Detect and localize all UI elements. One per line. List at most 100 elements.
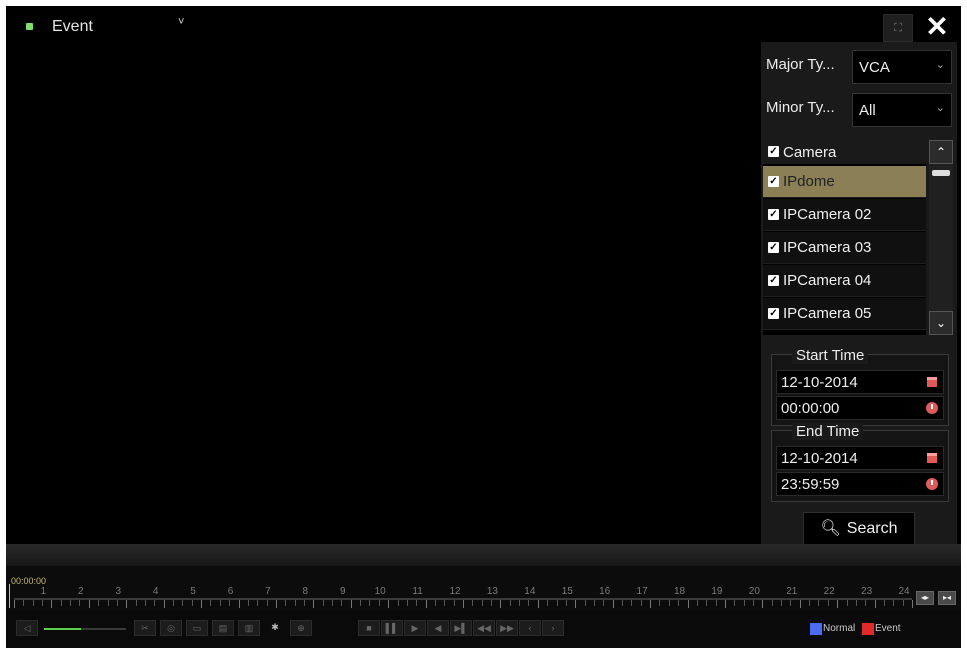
- timeline-tick: [724, 600, 726, 608]
- timeline-tick: [266, 600, 268, 606]
- start-date-field[interactable]: 12-10-2014: [776, 370, 944, 394]
- timeline-tick: [752, 600, 754, 606]
- start-time-group: Start Time 12-10-2014 00:00:00: [771, 347, 949, 426]
- end-time-field[interactable]: 23:59:59: [776, 472, 944, 496]
- timeline-tick: [715, 600, 717, 606]
- checkbox-checked-icon[interactable]: ✓: [768, 308, 779, 319]
- timeline-tick: [500, 600, 502, 608]
- chevron-up-icon[interactable]: ⌃: [929, 140, 953, 164]
- clip-icon[interactable]: ✂: [134, 620, 156, 636]
- lock-icon[interactable]: ▭: [186, 620, 208, 636]
- camera-item-ipcamera-02[interactable]: ✓ IPCamera 02: [763, 199, 926, 231]
- timeline-tick: [88, 600, 90, 608]
- major-type-label: Major Ty...: [766, 56, 835, 73]
- timeline-tick: [425, 600, 427, 608]
- previous-day-button[interactable]: ‹: [519, 620, 541, 636]
- timeline-tick: [350, 600, 352, 608]
- single-frame-button[interactable]: ▶▌: [450, 620, 472, 636]
- timeline-current-time: 00:00:00: [11, 576, 47, 586]
- pause-button[interactable]: ▌▌: [381, 620, 403, 636]
- end-time-value: 23:59:59: [781, 476, 840, 493]
- camera-item-ipdome[interactable]: ✓ IPdome: [763, 166, 926, 198]
- timeline-tick: [883, 600, 885, 606]
- end-date-field[interactable]: 12-10-2014: [776, 446, 944, 470]
- timeline-tick: [70, 600, 72, 606]
- legend-normal-label: Normal: [823, 623, 856, 634]
- timeline-tick: [434, 600, 436, 606]
- camera-list-scrollbar[interactable]: ⌃ ⌄: [929, 140, 953, 335]
- camera-item-label: IPCamera 02: [783, 206, 872, 223]
- timeline-tick: [678, 600, 680, 606]
- timeline-tick: [855, 600, 857, 606]
- timeline-tick: [107, 600, 109, 606]
- checkbox-checked-icon[interactable]: ✓: [768, 275, 779, 286]
- timeline-tick: [116, 600, 118, 606]
- search-button[interactable]: 🔍︎ Search: [803, 512, 915, 546]
- scrollbar-thumb[interactable]: [932, 170, 950, 176]
- timeline-tick: [444, 600, 446, 606]
- timeline-zoom-out-button[interactable]: ▸◂: [938, 591, 956, 605]
- major-type-value: VCA: [859, 59, 890, 76]
- checkbox-checked-icon[interactable]: ✓: [768, 176, 779, 187]
- timeline-tick: [98, 600, 100, 606]
- timeline-hour-label: 17: [636, 586, 648, 597]
- legend-event-swatch: [862, 623, 874, 635]
- timeline-tick: [734, 600, 736, 606]
- timeline-tick: [537, 600, 539, 608]
- fullscreen-button[interactable]: ⛶: [883, 14, 913, 42]
- snapshot-icon[interactable]: ◎: [160, 620, 182, 636]
- timeline-hour-label: 2: [78, 586, 84, 597]
- timeline-tick: [42, 600, 44, 606]
- close-button[interactable]: ✕: [921, 11, 953, 43]
- timeline-hour-label: 8: [302, 586, 309, 597]
- end-date-value: 12-10-2014: [781, 450, 858, 467]
- speaker-icon[interactable]: ◁: [16, 620, 38, 636]
- gear-icon[interactable]: ✱: [264, 620, 286, 636]
- timeline-zoom-in-button[interactable]: ◂▸: [916, 591, 934, 605]
- timeline-hour-label: 6: [227, 586, 234, 597]
- timeline-tick: [762, 600, 764, 608]
- timeline-cursor[interactable]: [9, 584, 10, 608]
- clock-icon[interactable]: [926, 402, 938, 414]
- timeline-tick: [388, 600, 390, 608]
- camera-item-ipcamera-05[interactable]: ✓ IPCamera 05: [763, 298, 926, 330]
- custom-tag-icon[interactable]: ▥: [238, 620, 260, 636]
- timeline-tick: [565, 600, 567, 606]
- timeline-tick: [547, 600, 549, 606]
- major-type-select[interactable]: VCA ⌄: [852, 50, 952, 84]
- stop-button[interactable]: ■: [358, 620, 380, 636]
- timeline-tick: [210, 600, 212, 606]
- calendar-icon[interactable]: [927, 453, 937, 463]
- camera-select-all[interactable]: ✓ Camera: [763, 140, 926, 164]
- mode-selector-label[interactable]: Event: [52, 18, 93, 36]
- minor-type-select[interactable]: All ⌄: [852, 93, 952, 127]
- top-bar: Event ˅ ⛶ ✕: [6, 6, 961, 46]
- timeline-tick: [612, 600, 614, 608]
- chevron-down-icon[interactable]: ⌄: [929, 311, 953, 335]
- camera-item-ipcamera-04[interactable]: ✓ IPCamera 04: [763, 265, 926, 297]
- reverse-button[interactable]: ◀: [427, 620, 449, 636]
- camera-item-ipcamera-03[interactable]: ✓ IPCamera 03: [763, 232, 926, 264]
- clock-icon[interactable]: [926, 478, 938, 490]
- volume-slider[interactable]: [44, 628, 126, 630]
- timeline-tick: [659, 600, 661, 606]
- timeline-tick: [893, 600, 895, 606]
- timeline-tick: [687, 600, 689, 608]
- checkbox-checked-icon[interactable]: ✓: [768, 242, 779, 253]
- timeline-hour-label: 5: [190, 586, 196, 597]
- next-day-button[interactable]: ›: [542, 620, 564, 636]
- rewind-button[interactable]: ◀◀: [473, 620, 495, 636]
- checkbox-checked-icon[interactable]: ✓: [768, 146, 779, 157]
- timeline-hour-label: 13: [486, 586, 498, 597]
- calendar-icon[interactable]: [927, 377, 937, 387]
- timeline-tick: [818, 600, 820, 606]
- timeline[interactable]: 00:00:00 ◂▸ ▸◂ 1 2 3 4 5 6 7 8 9 10 11 12 13 14 15 16 17…: [6, 566, 961, 610]
- playback-controls: ◁ ✂ ◎ ▭ ▤ ▥ ✱ ⊕ ■ ▌▌ ▶ ◀ ▶▌ ◀◀ ▶▶ ‹ › No…: [6, 610, 961, 648]
- tag-icon[interactable]: ▤: [212, 620, 234, 636]
- fast-forward-button[interactable]: ▶▶: [496, 620, 518, 636]
- checkbox-checked-icon[interactable]: ✓: [768, 209, 779, 220]
- play-button[interactable]: ▶: [404, 620, 426, 636]
- start-time-field[interactable]: 00:00:00: [776, 396, 944, 420]
- chevron-down-icon[interactable]: ˅: [178, 16, 184, 28]
- zoom-icon[interactable]: ⊕: [290, 620, 312, 636]
